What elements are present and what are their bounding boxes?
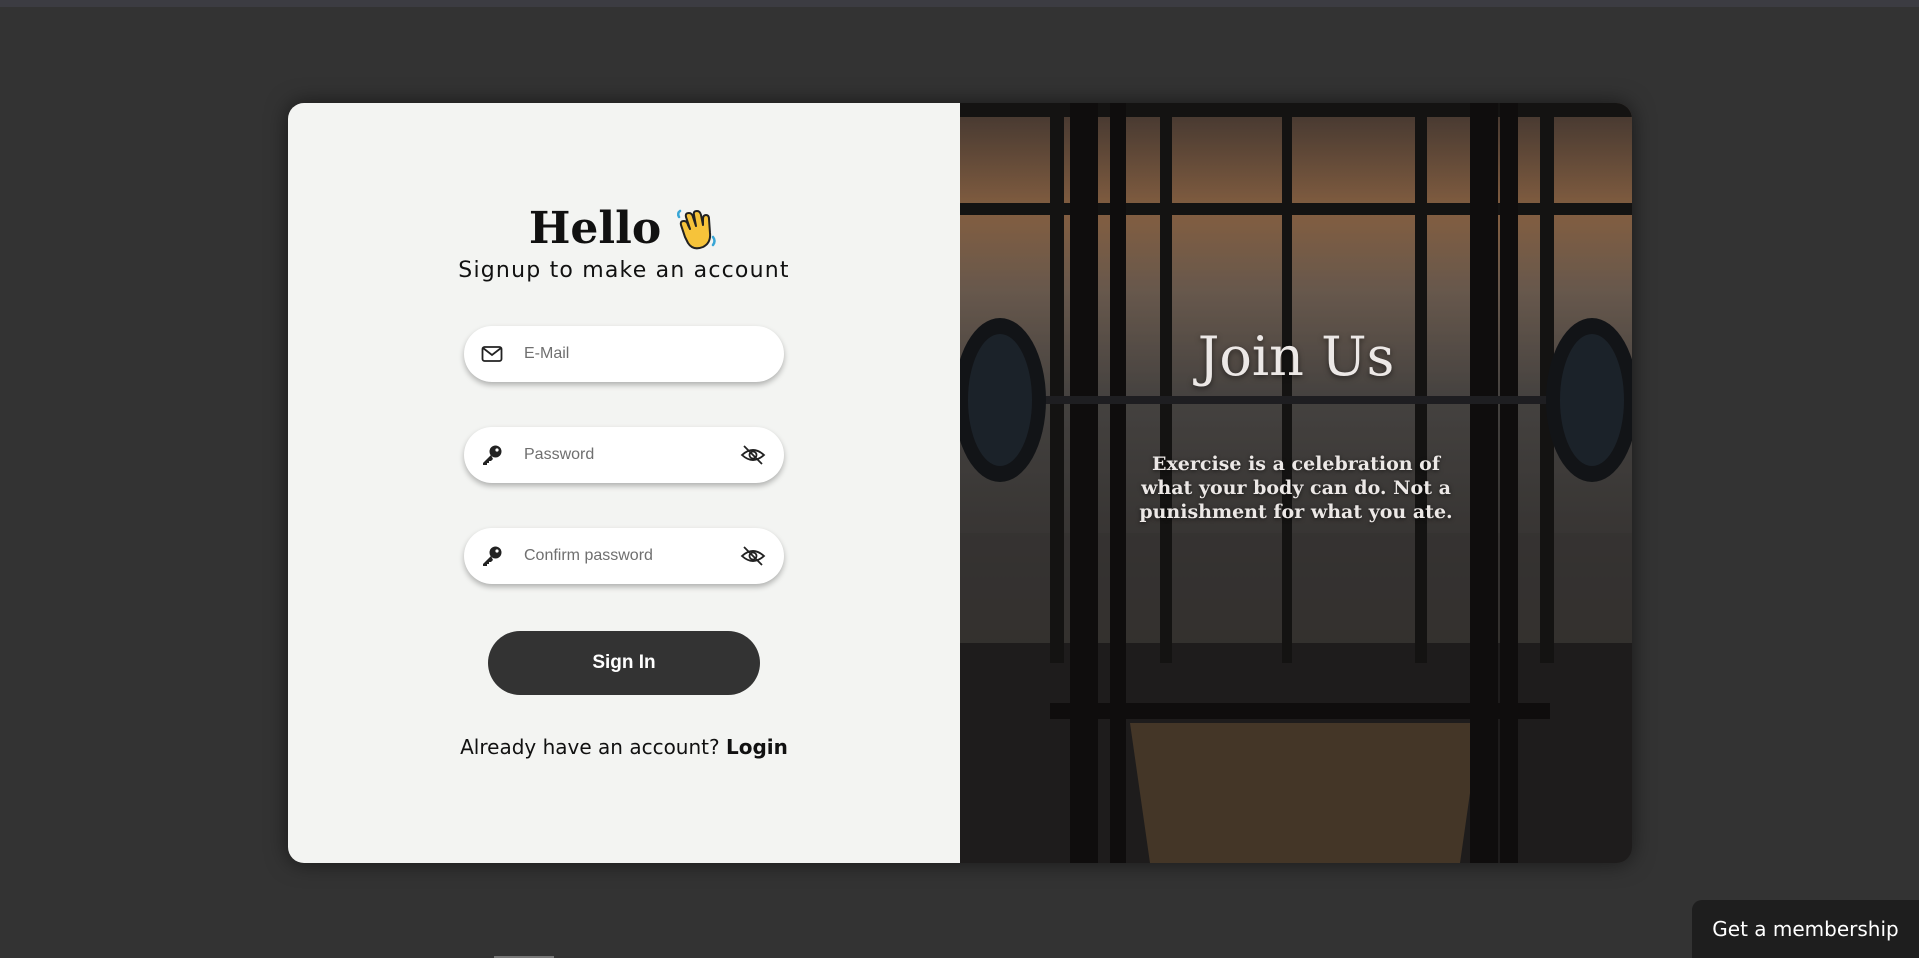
signup-panel: Hello Signup to make an account E-Mail S… <box>288 103 960 863</box>
password-input[interactable] <box>522 445 726 465</box>
greeting: Hello Signup to make an account <box>288 203 960 283</box>
signup-card: Hello Signup to make an account E-Mail S… <box>288 103 1632 863</box>
login-prompt: Already have an account? Login <box>288 735 960 759</box>
join-us-heading: Join Us <box>1197 325 1395 388</box>
eye-slash-icon[interactable] <box>740 443 766 467</box>
confirm-password-input[interactable] <box>522 546 726 566</box>
key-icon <box>480 443 504 467</box>
email-field[interactable] <box>464 326 784 382</box>
hero-image-panel: Join Us Exercise is a celebration of wha… <box>960 103 1632 863</box>
envelope-icon <box>480 342 504 366</box>
email-input[interactable] <box>522 344 726 364</box>
subtitle: Signup to make an account <box>458 258 790 283</box>
waving-hand-icon <box>675 207 719 251</box>
key-icon <box>480 544 504 568</box>
browser-top-strip <box>0 0 1919 7</box>
already-have-account-text: Already have an account? <box>460 735 726 759</box>
eye-slash-icon[interactable] <box>740 544 766 568</box>
get-membership-button[interactable]: Get a membership <box>1692 900 1919 958</box>
login-link[interactable]: Login <box>726 735 788 759</box>
password-field[interactable] <box>464 427 784 483</box>
motivational-quote: Exercise is a celebration of what your b… <box>1139 453 1453 523</box>
confirm-password-field[interactable] <box>464 528 784 584</box>
hello-title: Hello <box>528 203 662 254</box>
sign-in-button[interactable]: Sign In <box>488 631 760 695</box>
